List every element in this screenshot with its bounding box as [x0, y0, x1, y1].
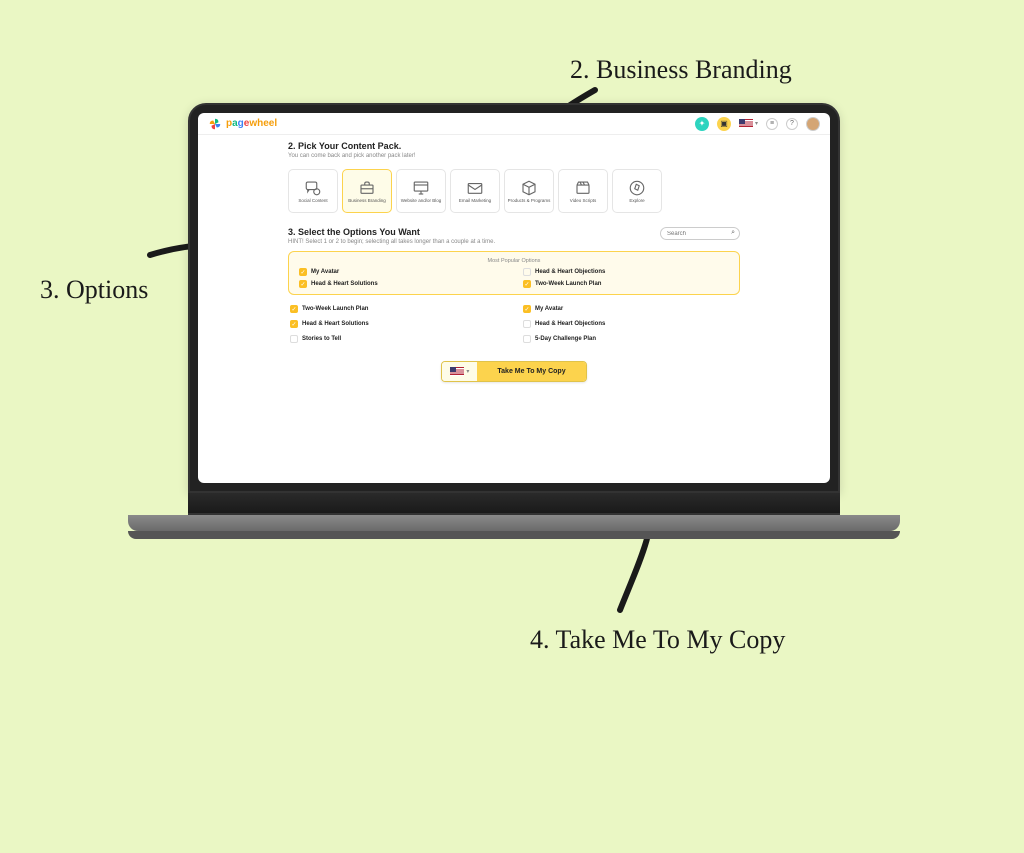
checkbox-checked-icon: ✓ — [290, 320, 298, 328]
option-head-heart-solutions[interactable]: ✓Head & Heart Solutions — [299, 280, 505, 288]
checkbox-icon — [290, 335, 298, 343]
section3-hint: HINT! Select 1 or 2 to begin; selecting … — [288, 239, 495, 245]
us-flag-icon — [450, 367, 464, 376]
app-header: pagewheel ✦ ▣ ▾ ≡ ? — [198, 113, 830, 135]
cta-label: Take Me To My Copy — [477, 362, 585, 381]
header-action-1[interactable]: ✦ — [695, 117, 709, 131]
pack-label: Explore — [629, 199, 644, 204]
checkbox-icon — [523, 335, 531, 343]
chat-icon — [304, 179, 322, 197]
checkbox-icon — [523, 268, 531, 276]
brand-logo[interactable]: pagewheel — [208, 117, 277, 131]
laptop-screen-frame: pagewheel ✦ ▣ ▾ ≡ ? — [188, 103, 840, 493]
take-me-to-my-copy-button[interactable]: ▾ Take Me To My Copy — [441, 361, 586, 382]
clapper-icon — [574, 179, 592, 197]
checkbox-checked-icon: ✓ — [523, 305, 531, 313]
popular-heading: Most Popular Options — [299, 258, 729, 264]
checkbox-checked-icon: ✓ — [290, 305, 298, 313]
pack-explore[interactable]: Explore — [612, 169, 662, 213]
pack-business-branding[interactable]: Business Branding — [342, 169, 392, 213]
chevron-down-icon: ▾ — [755, 120, 758, 127]
laptop-keyboard — [188, 493, 840, 515]
monitor-icon — [412, 179, 430, 197]
cta-language[interactable]: ▾ — [442, 362, 477, 381]
main-content: 2. Pick Your Content Pack. You can come … — [198, 135, 830, 382]
annotation-options: 3. Options — [40, 275, 148, 305]
section2-title: 2. Pick Your Content Pack. — [288, 141, 740, 151]
search-icon: ⌕ — [731, 229, 735, 237]
section2-subtitle: You can come back and pick another pack … — [288, 153, 740, 159]
app-screen: pagewheel ✦ ▣ ▾ ≡ ? — [198, 113, 830, 483]
user-avatar[interactable] — [806, 117, 820, 131]
option-head-heart-solutions[interactable]: ✓Head & Heart Solutions — [290, 320, 505, 328]
content-packs: Social Content Business Branding Website… — [288, 169, 740, 213]
pack-label: Video Scripts — [570, 199, 596, 204]
pack-label: Products & Programs — [508, 199, 551, 204]
header-actions: ✦ ▣ ▾ ≡ ? — [695, 117, 820, 131]
language-switcher[interactable]: ▾ — [739, 119, 758, 128]
box-icon — [520, 179, 538, 197]
annotation-business-branding: 2. Business Branding — [570, 55, 792, 85]
checkbox-checked-icon: ✓ — [299, 268, 307, 276]
checkbox-icon — [523, 320, 531, 328]
pack-label: Website and/or Blog — [401, 199, 441, 204]
compass-icon — [628, 179, 646, 197]
search-wrap: ⌕ — [660, 227, 740, 240]
option-my-avatar[interactable]: ✓My Avatar — [299, 268, 505, 276]
pack-products-programs[interactable]: Products & Programs — [504, 169, 554, 213]
brand-name: pagewheel — [226, 118, 277, 129]
laptop-base — [128, 515, 900, 531]
option-head-heart-objections[interactable]: Head & Heart Objections — [523, 268, 729, 276]
briefcase-icon — [358, 179, 376, 197]
option-stories-to-tell[interactable]: Stories to Tell — [290, 335, 505, 343]
checkbox-checked-icon: ✓ — [523, 280, 531, 288]
pagewheel-app: pagewheel ✦ ▣ ▾ ≡ ? — [198, 113, 830, 483]
help-icon[interactable]: ? — [786, 118, 798, 130]
option-two-week-launch[interactable]: ✓Two-Week Launch Plan — [523, 280, 729, 288]
option-two-week-launch[interactable]: ✓Two-Week Launch Plan — [290, 305, 505, 313]
chevron-down-icon: ▾ — [466, 368, 469, 375]
pack-website-blog[interactable]: Website and/or Blog — [396, 169, 446, 213]
popular-options-box: Most Popular Options ✓My Avatar Head & H… — [288, 251, 740, 295]
menu-icon[interactable]: ≡ — [766, 118, 778, 130]
pack-label: Social Content — [298, 199, 327, 204]
pack-email-marketing[interactable]: Email Marketing — [450, 169, 500, 213]
pack-label: Email Marketing — [459, 199, 491, 204]
envelope-icon — [466, 179, 484, 197]
pinwheel-icon — [208, 117, 222, 131]
annotation-take-me: 4. Take Me To My Copy — [530, 625, 785, 655]
section3-title: 3. Select the Options You Want — [288, 227, 495, 237]
laptop-base-lip — [128, 531, 900, 539]
pack-social-content[interactable]: Social Content — [288, 169, 338, 213]
pack-video-scripts[interactable]: Video Scripts — [558, 169, 608, 213]
us-flag-icon — [739, 119, 753, 128]
pack-label: Business Branding — [348, 199, 386, 204]
header-action-2[interactable]: ▣ — [717, 117, 731, 131]
checkbox-checked-icon: ✓ — [299, 280, 307, 288]
search-input[interactable] — [660, 227, 740, 240]
option-5-day-challenge[interactable]: 5-Day Challenge Plan — [523, 335, 738, 343]
option-head-heart-objections[interactable]: Head & Heart Objections — [523, 320, 738, 328]
all-options-grid: ✓Two-Week Launch Plan ✓My Avatar ✓Head &… — [290, 305, 738, 343]
laptop-mockup: pagewheel ✦ ▣ ▾ ≡ ? — [188, 103, 840, 551]
option-my-avatar[interactable]: ✓My Avatar — [523, 305, 738, 313]
